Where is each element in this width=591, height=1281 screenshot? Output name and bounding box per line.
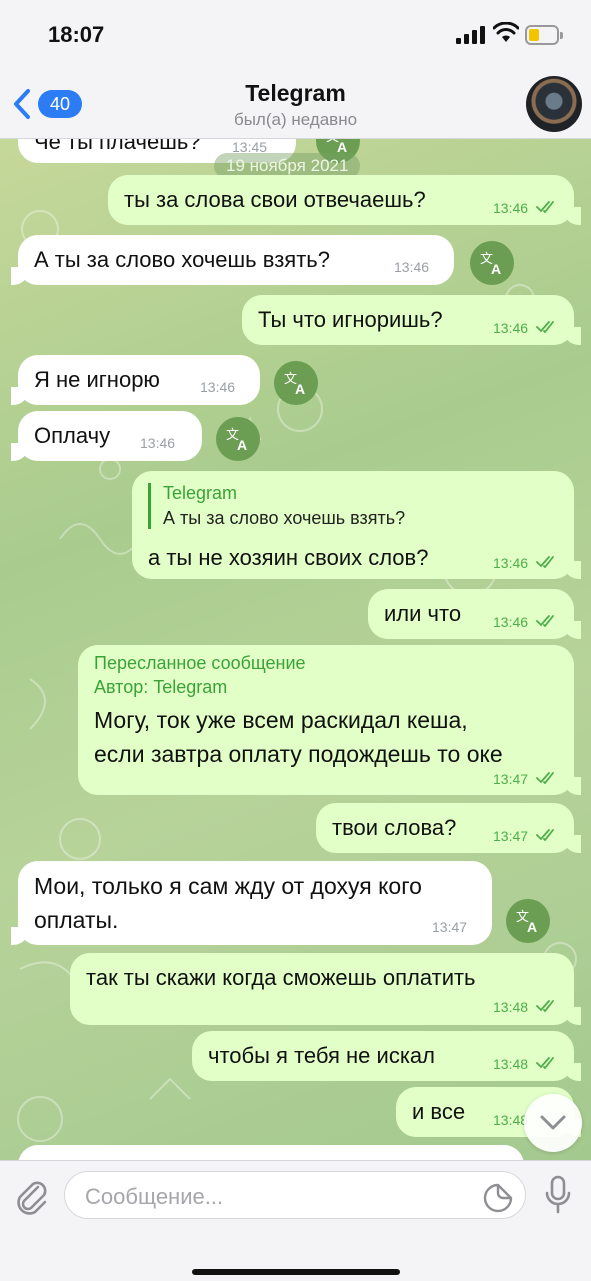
message-time: 13:46 — [493, 614, 529, 630]
double-check-icon — [536, 201, 554, 213]
sticker-icon[interactable] — [483, 1183, 513, 1213]
svg-text:A: A — [295, 381, 305, 396]
message-text: или что — [384, 601, 462, 626]
message-time: 13:47 — [432, 919, 468, 935]
message-bubble-outgoing[interactable]: Пересланное сообщение Автор: Telegram Мо… — [78, 645, 581, 795]
message-text: твои слова? — [332, 815, 457, 840]
message-input-placeholder: Сообщение... — [85, 1184, 224, 1209]
message-time: 13:48 — [493, 999, 529, 1015]
message-bubble-outgoing[interactable]: ты за слова свои отвечаешь? 13:46 — [108, 175, 581, 225]
message-bubble-outgoing[interactable]: так ты скажи когда сможешь оплатить 13:4… — [70, 953, 581, 1025]
svg-text:A: A — [237, 437, 247, 452]
message-time: 13:47 — [493, 771, 529, 787]
message-bubble-outgoing[interactable]: Ты что игноришь? 13:46 — [242, 295, 581, 345]
message-bubble-outgoing[interactable]: Telegram А ты за слово хочешь взять? а т… — [132, 471, 581, 579]
wifi-icon — [493, 22, 519, 42]
chat-title[interactable]: Telegram — [0, 80, 591, 107]
battery-icon — [525, 25, 563, 45]
chat-header: 40 Telegram был(а) недавно — [0, 70, 591, 139]
home-indicator — [192, 1269, 400, 1275]
message-text: Оплачу — [34, 423, 111, 448]
translate-button[interactable]: 文A — [506, 899, 550, 943]
reply-author: Telegram — [163, 483, 238, 503]
message-time: 13:46 — [394, 259, 430, 275]
message-text: чтобы я тебя не искал — [208, 1043, 436, 1068]
forward-header: Пересланное сообщение — [94, 653, 306, 673]
scroll-to-bottom-button[interactable] — [524, 1094, 582, 1152]
message-time: 13:48 — [493, 1056, 529, 1072]
paperclip-icon[interactable] — [14, 1177, 50, 1217]
microphone-icon[interactable] — [544, 1175, 572, 1217]
forward-author[interactable]: Автор: Telegram — [94, 677, 227, 698]
message-bubble-incoming[interactable]: Мои, только я сам жду от дохуя кого опла… — [11, 861, 492, 945]
message-text: а ты не хозяин своих слов? — [148, 545, 429, 570]
translate-button[interactable]: 文A — [470, 241, 514, 285]
signal-icon — [456, 26, 485, 44]
message-input[interactable]: Сообщение... — [64, 1171, 526, 1219]
message-text-line: Мои, только я сам жду от дохуя кого — [34, 873, 422, 899]
double-check-icon — [536, 1057, 554, 1069]
translate-icon: 文A — [326, 139, 347, 154]
message-list[interactable]: Че ты плачешь? 13:45 文A 19 ноября 2021 т… — [0, 139, 591, 1160]
message-text-line: если завтра оплату подождешь то оке — [94, 741, 503, 767]
double-check-icon — [536, 615, 554, 627]
message-time: 13:46 — [140, 435, 176, 451]
double-check-icon — [536, 556, 554, 568]
message-composer: Сообщение... — [0, 1160, 591, 1281]
message-time: 13:46 — [493, 200, 529, 216]
message-time: 13:46 — [493, 555, 529, 571]
message-time: 13:48 — [493, 1112, 529, 1128]
message-text: Че ты плачешь? — [34, 139, 201, 154]
message-bubble-incoming[interactable]: Оплачу 13:46 — [11, 411, 202, 461]
double-check-icon — [536, 772, 554, 784]
message-text-line: оплаты. — [34, 907, 119, 933]
message-text-line: Могу, ток уже всем раскидал кеша, — [94, 707, 468, 733]
translate-icon: 文A — [480, 252, 501, 276]
reply-text: А ты за слово хочешь взять? — [163, 508, 406, 528]
message-time: 13:46 — [493, 320, 529, 336]
double-check-icon — [536, 321, 554, 333]
chat-status: был(а) недавно — [233, 110, 358, 129]
status-time: 18:07 — [48, 22, 105, 47]
message-bubble-outgoing[interactable]: или что 13:46 — [368, 589, 581, 639]
translate-button[interactable]: 文A — [274, 361, 318, 405]
message-bubble-outgoing[interactable]: твои слова? 13:47 — [316, 803, 581, 853]
message-bubble-incoming[interactable]: А ты за слово хочешь взять? 13:46 — [11, 235, 454, 285]
svg-text:A: A — [337, 139, 347, 154]
message-bubble-outgoing[interactable]: чтобы я тебя не искал 13:48 — [192, 1031, 581, 1081]
svg-text:A: A — [491, 261, 501, 276]
message-text: и все — [412, 1099, 466, 1124]
message-text: Ты что игноришь? — [258, 307, 443, 332]
avatar[interactable] — [526, 76, 582, 132]
message-time: 13:46 — [200, 379, 236, 395]
message-text: Я не игнорю — [34, 367, 160, 392]
translate-icon: 文A — [516, 910, 537, 934]
message-bubble-incoming[interactable]: Я не игнорю 13:46 — [11, 355, 260, 405]
translate-icon: 文A — [284, 372, 305, 396]
message-time: 13:47 — [493, 828, 529, 844]
reply-preview[interactable]: Telegram А ты за слово хочешь взять? — [148, 483, 405, 529]
status-bar: 18:07 — [0, 0, 591, 70]
message-text: А ты за слово хочешь взять? — [34, 247, 330, 272]
message-text: ты за слова свои отвечаешь? — [124, 187, 426, 212]
message-bubble-incoming[interactable] — [18, 1145, 524, 1160]
double-check-icon — [536, 1000, 554, 1012]
svg-text:A: A — [527, 919, 537, 934]
translate-icon: 文A — [226, 428, 247, 452]
message-text: так ты скажи когда сможешь оплатить — [86, 965, 476, 990]
chevron-down-icon — [540, 1115, 566, 1130]
double-check-icon — [536, 829, 554, 841]
translate-button[interactable]: 文A — [216, 417, 260, 461]
